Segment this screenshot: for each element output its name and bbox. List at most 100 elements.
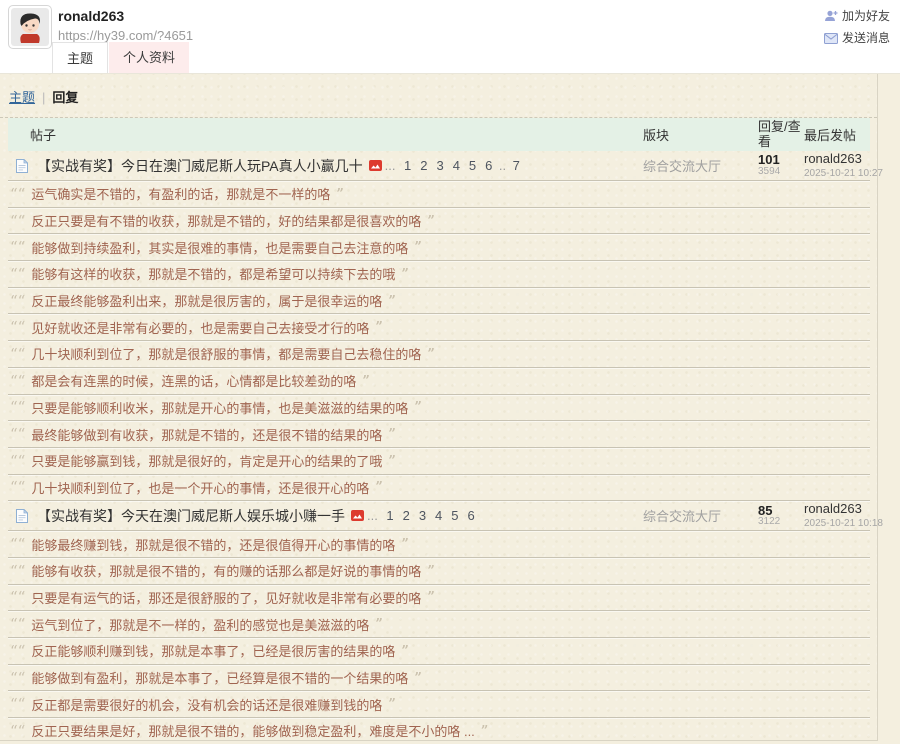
quote-open-icon: “ bbox=[10, 695, 16, 713]
document-icon bbox=[16, 159, 28, 173]
image-attachment-icon bbox=[369, 160, 382, 171]
subnav-replies: 回复 bbox=[52, 90, 78, 105]
reply-row[interactable]: ““ 反正都是需要很好的机会，没有机会的话还是很难赚到钱的咯 ”” bbox=[8, 691, 870, 718]
reply-row[interactable]: ““ 最终能够做到有收获，那就是不错的，还是很不错的结果的咯 ”” bbox=[8, 421, 870, 448]
quote-open-icon: “ bbox=[10, 398, 16, 416]
page-link[interactable]: 3 bbox=[419, 508, 426, 523]
thread-title-link[interactable]: 【实战有奖】今天在澳门威尼斯人娱乐城小赚一手 bbox=[37, 506, 345, 526]
reply-row[interactable]: ““ 反正只要是有不错的收获，那就是不错的，好的结果都是很喜欢的咯 ”” bbox=[8, 208, 870, 235]
quote-close-icon: ” bbox=[427, 562, 433, 580]
reply-text: 反正能够顺利赚到钱，那就是本事了，已经是很厉害的结果的咯 bbox=[31, 641, 395, 660]
page-link[interactable]: 6 bbox=[485, 158, 492, 173]
quote-open-icon: “ bbox=[10, 562, 16, 580]
forum-link[interactable]: 综合交流大厅 bbox=[643, 509, 721, 524]
reply-text: 能够有收获，那就是很不错的，有的赚的话那么都是好说的事情的咯 bbox=[31, 561, 421, 580]
document-icon bbox=[16, 509, 28, 523]
reply-row[interactable]: ““ 只要是能够顺利收米，那就是开心的事情，也是美滋滋的结果的咯 ”” bbox=[8, 395, 870, 422]
quote-open-icon: “ bbox=[18, 212, 24, 230]
page-link[interactable]: 4 bbox=[435, 508, 442, 523]
quote-open-icon: “ bbox=[10, 588, 16, 606]
add-friend-button[interactable]: 加为好友 bbox=[824, 7, 890, 27]
reply-row[interactable]: ““ 反正最终能够盈利出来，那就是很厉害的，属于是很幸运的咯 ”” bbox=[8, 288, 870, 315]
col-header-post: 帖子 bbox=[8, 125, 643, 144]
page-link[interactable]: 5 bbox=[451, 508, 458, 523]
send-message-button[interactable]: 发送消息 bbox=[824, 29, 890, 49]
view-count: 3594 bbox=[758, 167, 804, 178]
quote-open-icon: “ bbox=[10, 318, 16, 336]
reply-text: 几十块顺利到位了，也是一个开心的事情，还是很开心的咯 bbox=[31, 478, 369, 497]
reply-row[interactable]: ““ 能够做到持续盈利，其实是很难的事情，也是需要自己去注意的咯 ”” bbox=[8, 234, 870, 261]
reply-text: 见好就收还是非常有必要的，也是需要自己去接受才行的咯 bbox=[31, 318, 369, 337]
subnav-topics-link[interactable]: 主题 bbox=[9, 90, 35, 105]
page-link[interactable]: 3 bbox=[436, 158, 443, 173]
quote-open-icon: “ bbox=[10, 265, 16, 283]
reply-text: 几十块顺利到位了，那就是很舒服的事情，都是需要自己去稳住的咯 bbox=[31, 344, 421, 363]
thread-pagination: 123456..7 bbox=[399, 158, 524, 173]
quote-open-icon: “ bbox=[10, 212, 16, 230]
page-link[interactable]: 1 bbox=[386, 508, 393, 523]
page-link[interactable]: 2 bbox=[420, 158, 427, 173]
profile-tabs: 主题 个人资料 bbox=[52, 42, 189, 73]
thread-title-link[interactable]: 【实战有奖】今日在澳门威尼斯人玩PA真人小赢几十 bbox=[37, 156, 363, 176]
reply-text: 运气确实是不错的，有盈利的话，那就是不一样的咯 bbox=[31, 184, 330, 203]
reply-row[interactable]: ““ 能够有这样的收获，那就是不错的，都是希望可以持续下去的哦 ”” bbox=[8, 261, 870, 288]
image-attachment-icon bbox=[351, 510, 364, 521]
quote-close-icon: ” bbox=[414, 398, 420, 416]
quote-open-icon: “ bbox=[18, 535, 24, 553]
reply-row[interactable]: ““ 几十块顺利到位了，也是一个开心的事情，还是很开心的咯 ”” bbox=[8, 475, 870, 502]
send-message-label: 发送消息 bbox=[842, 31, 890, 45]
reply-row[interactable]: ““ 能够有收获，那就是很不错的，有的赚的话那么都是好说的事情的咯 ”” bbox=[8, 558, 870, 585]
quote-open-icon: “ bbox=[10, 722, 16, 740]
thread-row: 【实战有奖】今日在澳门威尼斯人玩PA真人小赢几十 ... 123456..7 综… bbox=[8, 151, 870, 181]
tab-profile-info[interactable]: 个人资料 bbox=[109, 42, 189, 73]
reply-row[interactable]: ““ 几十块顺利到位了，那就是很舒服的事情，都是需要自己去稳住的咯 ”” bbox=[8, 341, 870, 368]
quote-open-icon: “ bbox=[10, 185, 16, 203]
quote-open-icon: “ bbox=[18, 669, 24, 687]
quote-open-icon: “ bbox=[18, 615, 24, 633]
quote-close-icon: ” bbox=[480, 722, 486, 740]
col-header-reply-view: 回复/查看 bbox=[758, 120, 804, 150]
page-link[interactable]: 2 bbox=[403, 508, 410, 523]
reply-row[interactable]: ““ 只要是能够赢到钱，那就是很好的，肯定是开心的结果的了哦 ”” bbox=[8, 448, 870, 475]
reply-row[interactable]: ““ 反正能够顺利赚到钱，那就是本事了，已经是很厉害的结果的咯 ”” bbox=[8, 638, 870, 665]
reply-row[interactable]: ““ 反正只要结果是好，那就是很不错的，能够做到稳定盈利，难度是不小的咯 ...… bbox=[8, 718, 870, 744]
quote-close-icon: ” bbox=[375, 615, 381, 633]
reply-count: 101 bbox=[758, 153, 804, 167]
last-post-time: 2025-10-21 10:18 bbox=[804, 518, 870, 530]
page-link[interactable]: 5 bbox=[469, 158, 476, 173]
quote-open-icon: “ bbox=[18, 398, 24, 416]
quote-close-icon: ” bbox=[427, 212, 433, 230]
quote-open-icon: “ bbox=[18, 452, 24, 470]
subnav-divider: | bbox=[42, 90, 45, 105]
tab-topics[interactable]: 主题 bbox=[52, 42, 108, 73]
reply-text: 能够做到持续盈利，其实是很难的事情，也是需要自己去注意的咯 bbox=[31, 238, 408, 257]
quote-open-icon: “ bbox=[18, 562, 24, 580]
reply-row[interactable]: ““ 运气到位了，那就是不一样的，盈利的感觉也是美滋滋的咯 ”” bbox=[8, 611, 870, 638]
quote-close-icon: ” bbox=[362, 372, 368, 390]
quote-open-icon: “ bbox=[18, 238, 24, 256]
quote-close-icon: ” bbox=[414, 238, 420, 256]
last-poster-link[interactable]: ronald263 bbox=[804, 152, 870, 167]
reply-row[interactable]: ““ 都是会有连黑的时候，连黑的话，心情都是比较差劲的咯 ”” bbox=[8, 368, 870, 395]
quote-open-icon: “ bbox=[18, 318, 24, 336]
page-link[interactable]: 6 bbox=[468, 508, 475, 523]
reply-row[interactable]: ““ 能够最终赚到钱，那就是很不错的，还是很值得开心的事情的咯 ”” bbox=[8, 531, 870, 558]
quote-open-icon: “ bbox=[10, 478, 16, 496]
reply-row[interactable]: ““ 见好就收还是非常有必要的，也是需要自己去接受才行的咯 ”” bbox=[8, 314, 870, 341]
table-header: 帖子 版块 回复/查看 最后发帖 bbox=[8, 118, 870, 151]
reply-text: 最终能够做到有收获，那就是不错的，还是很不错的结果的咯 bbox=[31, 425, 382, 444]
reply-row[interactable]: ““ 只要是有运气的话，那还是很舒服的了，见好就收是非常有必要的咯 ”” bbox=[8, 585, 870, 612]
col-header-last-post: 最后发帖 bbox=[804, 125, 870, 144]
quote-open-icon: “ bbox=[18, 372, 24, 390]
reply-row[interactable]: ““ 能够做到有盈利，那就是本事了，已经算是很不错的一个结果的咯 ”” bbox=[8, 665, 870, 692]
quote-open-icon: “ bbox=[18, 292, 24, 310]
message-icon bbox=[824, 31, 838, 49]
page-link[interactable]: 4 bbox=[453, 158, 460, 173]
quote-open-icon: “ bbox=[10, 615, 16, 633]
reply-row[interactable]: ““ 运气确实是不错的，有盈利的话，那就是不一样的咯 ”” bbox=[8, 181, 870, 208]
forum-link[interactable]: 综合交流大厅 bbox=[643, 159, 721, 174]
quote-close-icon: ” bbox=[427, 588, 433, 606]
last-poster-link[interactable]: ronald263 bbox=[804, 502, 870, 517]
page-link[interactable]: 7 bbox=[513, 158, 520, 173]
page-link[interactable]: 1 bbox=[404, 158, 411, 173]
